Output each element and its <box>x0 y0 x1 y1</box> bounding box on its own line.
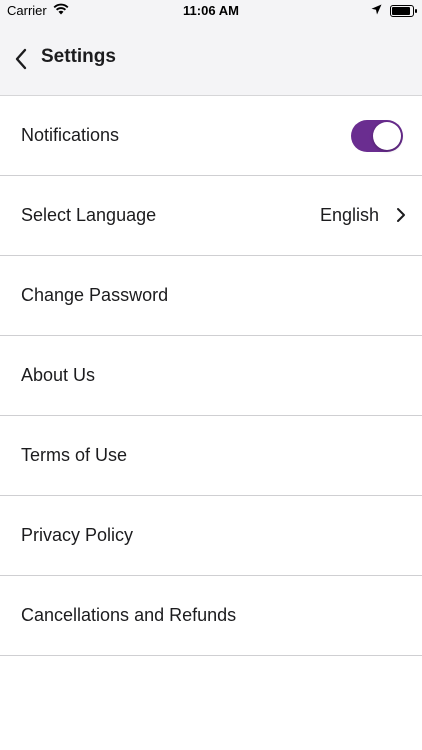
page-title: Settings <box>41 46 116 67</box>
toggle-knob <box>373 122 401 150</box>
settings-list: Notifications Select Language English Ch… <box>0 96 422 656</box>
settings-row-notifications: Notifications <box>0 96 422 176</box>
selected-language-value: English <box>319 205 379 225</box>
change-password-label: Change Password <box>21 285 169 305</box>
settings-row-cancellations-refunds[interactable]: Cancellations and Refunds <box>0 576 422 656</box>
notifications-label: Notifications <box>21 125 120 145</box>
notifications-toggle[interactable] <box>351 120 403 152</box>
settings-row-terms-of-use[interactable]: Terms of Use <box>0 416 422 496</box>
status-bar: Carrier 11:06 AM <box>0 0 422 22</box>
back-button[interactable] <box>10 46 32 72</box>
nav-header: Settings <box>0 22 422 96</box>
status-right <box>371 3 417 18</box>
chevron-left-icon <box>15 48 27 70</box>
settings-row-change-password[interactable]: Change Password <box>0 256 422 336</box>
settings-row-select-language[interactable]: Select Language English <box>0 176 422 256</box>
location-icon <box>371 3 382 18</box>
battery-icon <box>390 4 417 17</box>
cancellations-refunds-label: Cancellations and Refunds <box>21 605 237 625</box>
privacy-policy-label: Privacy Policy <box>21 525 134 545</box>
terms-of-use-label: Terms of Use <box>21 445 128 465</box>
about-us-label: About Us <box>21 365 96 385</box>
status-time: 11:06 AM <box>183 3 239 18</box>
select-language-label: Select Language <box>21 205 157 225</box>
chevron-right-icon <box>397 208 405 222</box>
settings-row-privacy-policy[interactable]: Privacy Policy <box>0 496 422 576</box>
settings-row-about-us[interactable]: About Us <box>0 336 422 416</box>
